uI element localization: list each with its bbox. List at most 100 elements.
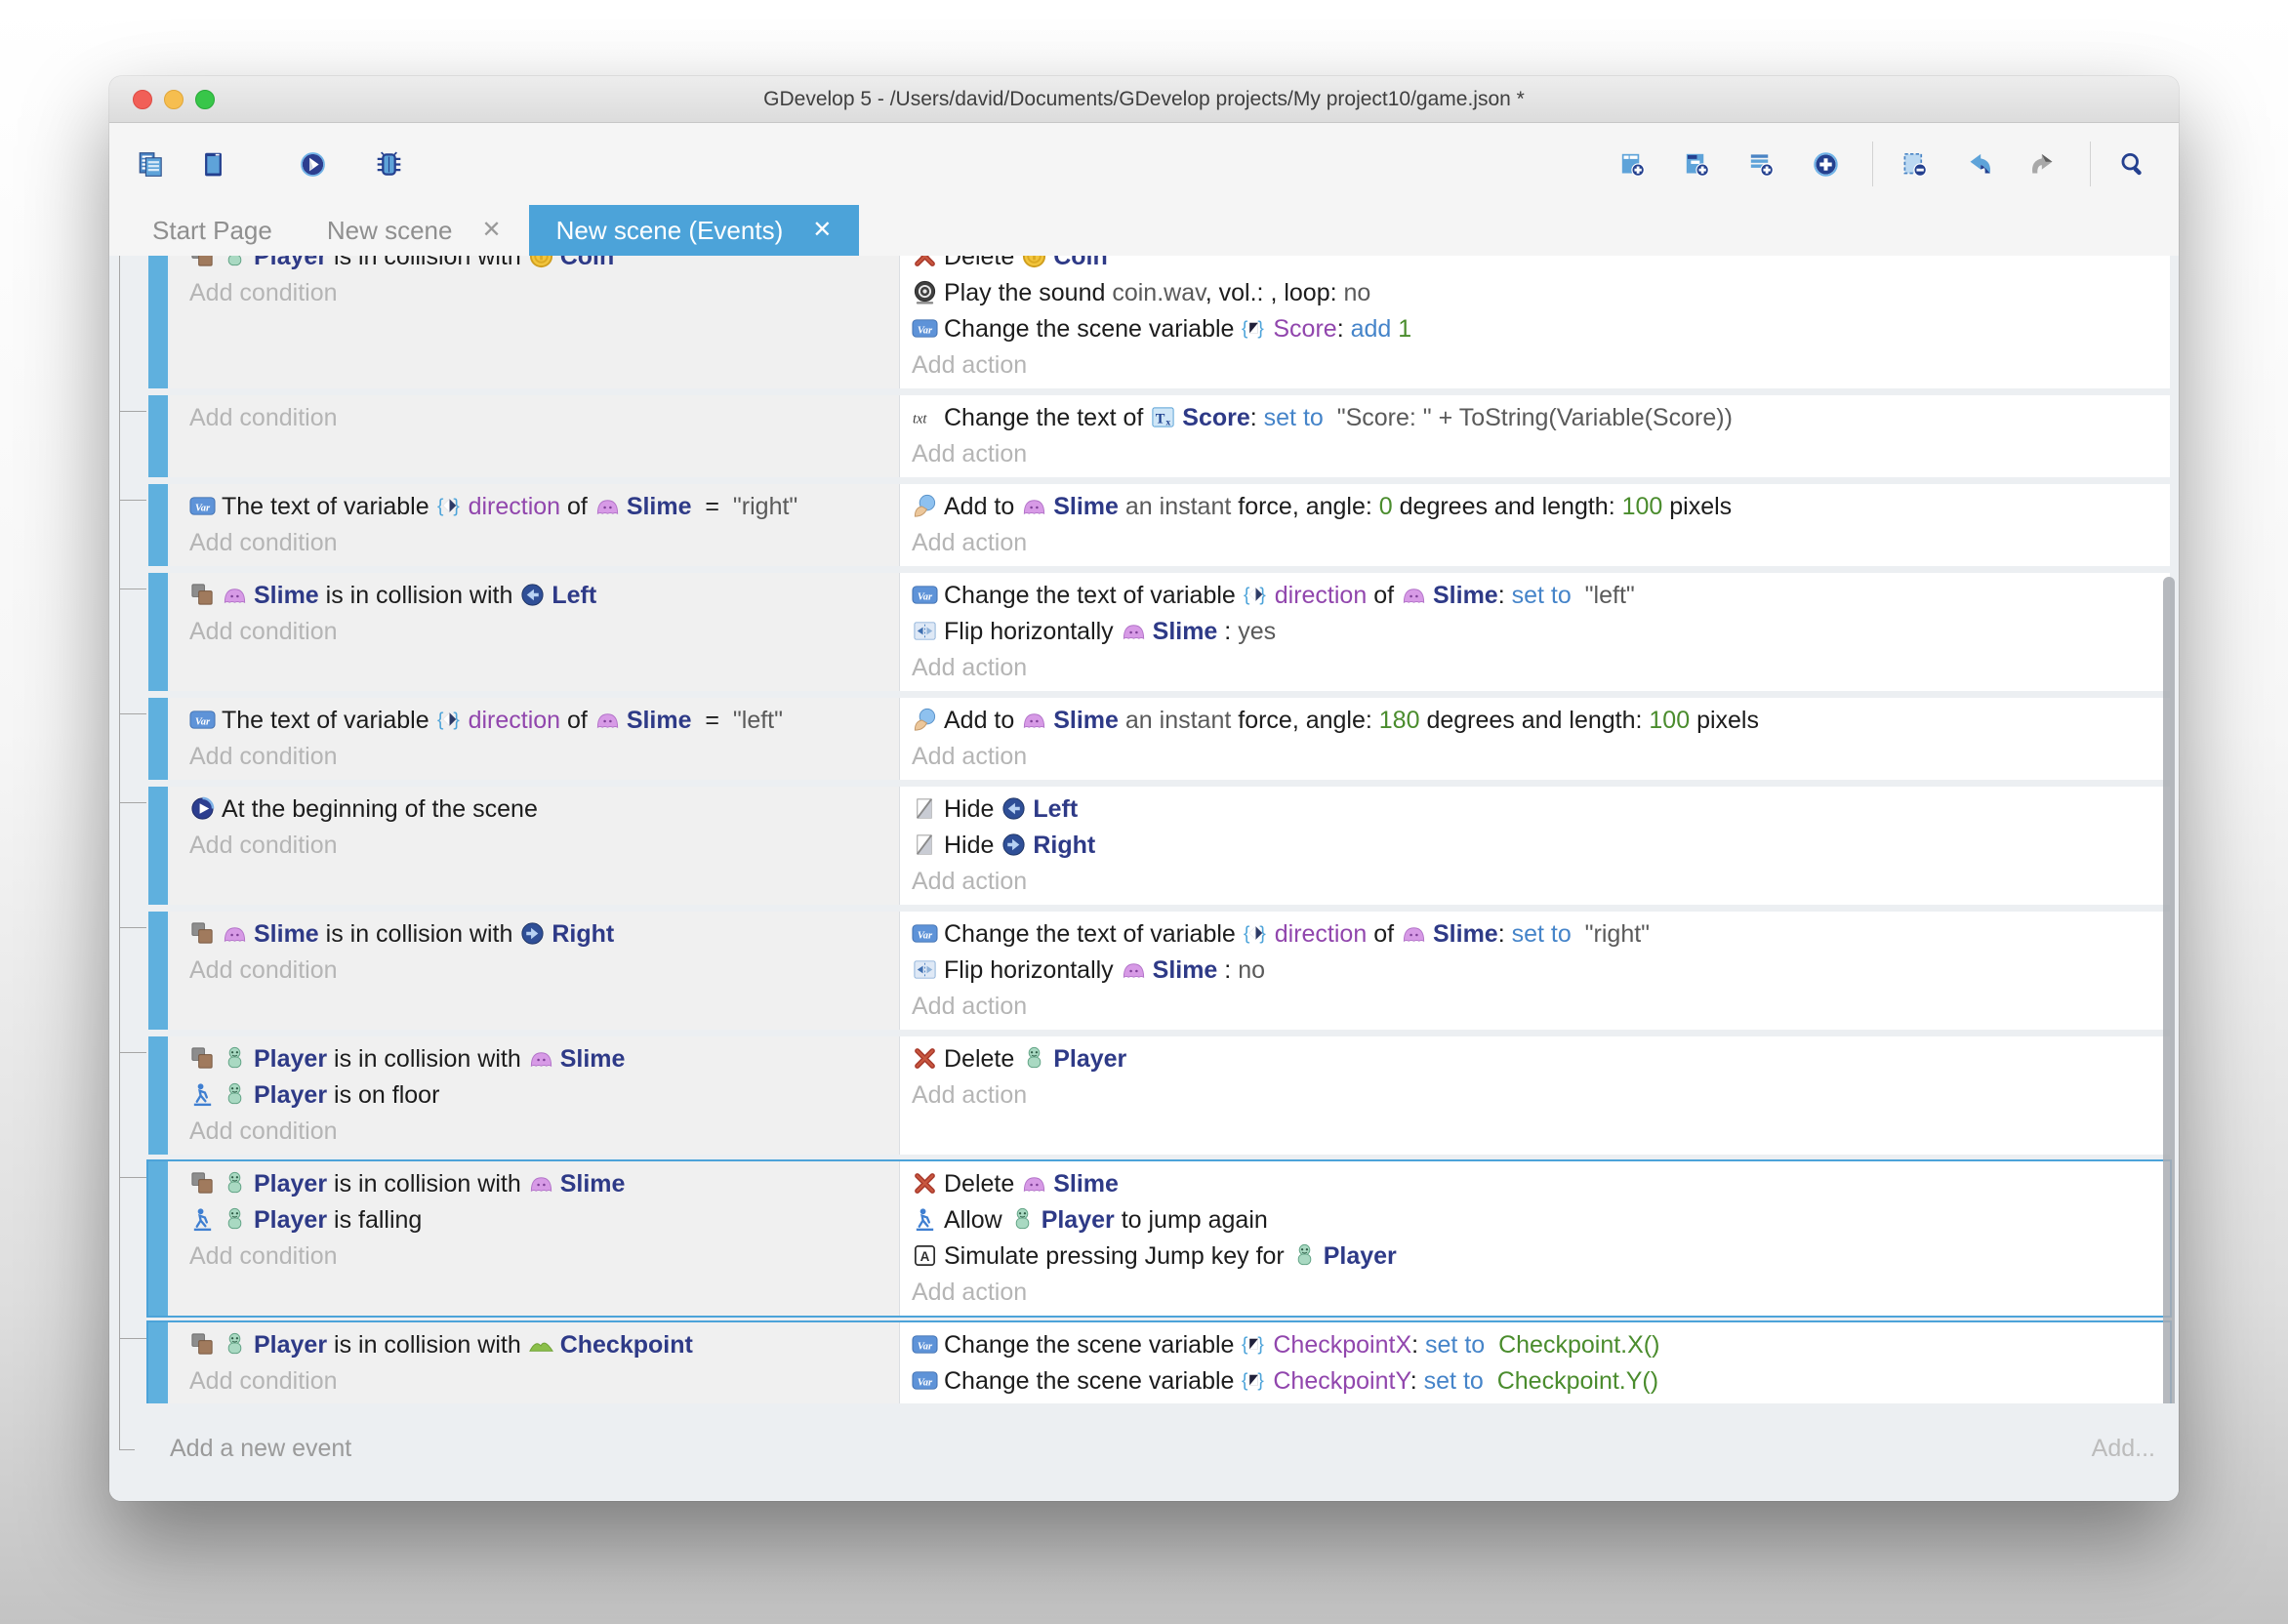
string-literal: "left" xyxy=(1585,582,1635,609)
tab-start-page[interactable]: Start Page xyxy=(125,205,300,256)
action-sentence[interactable]: txtChange the text of TxScore: set to "S… xyxy=(912,400,2170,436)
project-manager-button[interactable] xyxy=(125,136,182,192)
add-condition-link[interactable]: Add condition xyxy=(189,953,899,989)
add-action-link[interactable]: Add action xyxy=(912,1275,2170,1311)
add-action-link[interactable]: Add action xyxy=(912,525,2170,561)
event-highlight-bar[interactable] xyxy=(148,1322,168,1403)
action-sentence[interactable]: Hide Left xyxy=(912,792,2170,828)
event-highlight-bar[interactable] xyxy=(148,912,168,1030)
add-condition-link[interactable]: Add condition xyxy=(189,400,899,436)
string-literal: "Score: " + ToString(Variable(Score)) xyxy=(1337,404,1733,431)
vertical-scrollbar[interactable] xyxy=(2163,577,2175,1403)
event-row[interactable]: Player is in collision with SlimePlayer … xyxy=(146,1035,2172,1157)
object-name: Slime xyxy=(1053,493,1119,520)
event-row[interactable]: Player is in collision with CheckpointAd… xyxy=(146,1320,2172,1403)
add-action-link[interactable]: Add action xyxy=(912,989,2170,1025)
action-sentence[interactable]: Delete Slime xyxy=(912,1166,2170,1202)
scene-editor-button[interactable] xyxy=(187,136,244,192)
event-highlight-bar[interactable] xyxy=(148,1161,168,1316)
action-sentence[interactable]: Allow Player to jump again xyxy=(912,1202,2170,1238)
add-action-link[interactable]: Add action xyxy=(912,1077,2170,1114)
condition-sentence[interactable]: Player is in collision with Checkpoint xyxy=(189,1327,899,1363)
add-condition-link[interactable]: Add condition xyxy=(189,1238,899,1275)
add-action-link[interactable]: Add action xyxy=(912,650,2170,686)
event-row[interactable]: Slime is in collision with LeftAdd condi… xyxy=(146,571,2172,693)
preview-button[interactable] xyxy=(287,136,344,192)
tab-new-scene[interactable]: New scene✕ xyxy=(300,205,529,256)
tab-new-scene-events[interactable]: New scene (Events)✕ xyxy=(529,205,860,256)
condition-sentence[interactable]: VarThe text of variable {}direction of S… xyxy=(189,489,899,525)
event-highlight-bar[interactable] xyxy=(148,484,168,566)
debug-icon xyxy=(376,151,402,178)
event-row[interactable]: VarThe text of variable {}direction of S… xyxy=(146,696,2172,782)
action-sentence[interactable]: Add to Slime an instant force, angle: 0 … xyxy=(912,489,2170,525)
condition-sentence[interactable]: Player is in collision with Coin xyxy=(189,256,899,275)
add-standard-event-button[interactable] xyxy=(1607,136,1663,192)
action-sentence[interactable]: VarChange the scene variable {}Checkpoin… xyxy=(912,1363,2170,1400)
event-row[interactable]: Player is in collision with CoinAdd cond… xyxy=(146,256,2172,390)
slime-icon xyxy=(528,1045,554,1072)
event-highlight-bar[interactable] xyxy=(148,573,168,691)
event-highlight-bar[interactable] xyxy=(148,256,168,388)
close-tab-icon[interactable]: ✕ xyxy=(481,205,501,256)
event-highlight-bar[interactable] xyxy=(148,787,168,905)
condition-sentence[interactable]: Player is on floor xyxy=(189,1077,899,1114)
close-tab-icon[interactable]: ✕ xyxy=(812,205,832,256)
add-new-event-button[interactable]: Add a new event xyxy=(170,1435,351,1463)
action-sentence[interactable]: Add to Slime an instant force, angle: 18… xyxy=(912,703,2170,739)
debug-button[interactable] xyxy=(363,136,420,192)
add-condition-link[interactable]: Add condition xyxy=(189,739,899,775)
delete-selection-button[interactable] xyxy=(1889,136,1945,192)
action-sentence[interactable]: Delete Player xyxy=(912,1041,2170,1077)
action-sentence[interactable]: VarChange the text of variable {}directi… xyxy=(912,916,2170,953)
add-condition-link[interactable]: Add condition xyxy=(189,525,899,561)
event-row[interactable]: Player is in collision with SlimePlayer … xyxy=(146,1159,2172,1318)
action-sentence[interactable]: Hide Right xyxy=(912,828,2170,864)
svg-text:}: } xyxy=(1258,1370,1265,1391)
slime-icon xyxy=(1121,956,1147,983)
event-highlight-bar[interactable] xyxy=(148,395,168,477)
event-row[interactable]: Slime is in collision with RightAdd cond… xyxy=(146,910,2172,1032)
add-condition-link[interactable]: Add condition xyxy=(189,1114,899,1150)
condition-sentence[interactable]: Player is in collision with Slime xyxy=(189,1041,899,1077)
add-subevent-button[interactable] xyxy=(1671,136,1728,192)
event-row[interactable]: At the beginning of the sceneAdd conditi… xyxy=(146,785,2172,907)
condition-sentence[interactable]: At the beginning of the scene xyxy=(189,792,899,828)
add-condition-link[interactable]: Add condition xyxy=(189,614,899,650)
search-button[interactable] xyxy=(2106,136,2163,192)
add-condition-link[interactable]: Add condition xyxy=(189,828,899,864)
action-sentence[interactable]: Flip horizontally Slime : yes xyxy=(912,614,2170,650)
actions-cell: Add to Slime an instant force, angle: 0 … xyxy=(900,484,2170,566)
action-sentence[interactable]: Delete Coin xyxy=(912,256,2170,275)
string-literal: an instant xyxy=(1119,707,1238,734)
action-sentence[interactable]: Play the sound coin.wav, vol.: , loop: n… xyxy=(912,275,2170,311)
add-more-button[interactable]: Add... xyxy=(2092,1435,2155,1463)
condition-sentence[interactable]: VarThe text of variable {}direction of S… xyxy=(189,703,899,739)
add-action-link[interactable]: Add action xyxy=(912,739,2170,775)
event-highlight-bar[interactable] xyxy=(148,698,168,780)
add-condition-link[interactable]: Add condition xyxy=(189,275,899,311)
action-sentence[interactable]: VarChange the scene variable {}Score: ad… xyxy=(912,311,2170,347)
redo-button[interactable] xyxy=(2018,136,2074,192)
undo-button[interactable] xyxy=(1953,136,2010,192)
add-action-link[interactable]: Add action xyxy=(912,347,2170,384)
add-action-link[interactable]: Add action xyxy=(912,436,2170,472)
action-sentence[interactable]: Flip horizontally Slime : no xyxy=(912,953,2170,989)
condition-sentence[interactable]: Player is falling xyxy=(189,1202,899,1238)
add-condition-link[interactable]: Add condition xyxy=(189,1363,899,1400)
add-more-events-button[interactable] xyxy=(1800,136,1857,192)
object-variable-badge-icon: {} xyxy=(436,707,463,733)
condition-sentence[interactable]: Player is in collision with Slime xyxy=(189,1166,899,1202)
event-row[interactable]: VarThe text of variable {}direction of S… xyxy=(146,482,2172,568)
action-sentence[interactable]: VarChange the text of variable {}directi… xyxy=(912,578,2170,614)
event-highlight-bar[interactable] xyxy=(148,1036,168,1155)
condition-sentence[interactable]: Slime is in collision with Left xyxy=(189,578,899,614)
add-comment-button[interactable] xyxy=(1736,136,1792,192)
action-sentence[interactable]: VarChange the scene variable {}Checkpoin… xyxy=(912,1327,2170,1363)
event-row[interactable]: Add condition txtChange the text of TxSco… xyxy=(146,393,2172,479)
condition-sentence[interactable]: Slime is in collision with Right xyxy=(189,916,899,953)
scene-variable-badge-icon: {} xyxy=(1241,1367,1267,1394)
add-action-link[interactable]: Add action xyxy=(912,864,2170,900)
plain-text: of xyxy=(560,493,594,520)
action-sentence[interactable]: ASimulate pressing Jump key for Player xyxy=(912,1238,2170,1275)
